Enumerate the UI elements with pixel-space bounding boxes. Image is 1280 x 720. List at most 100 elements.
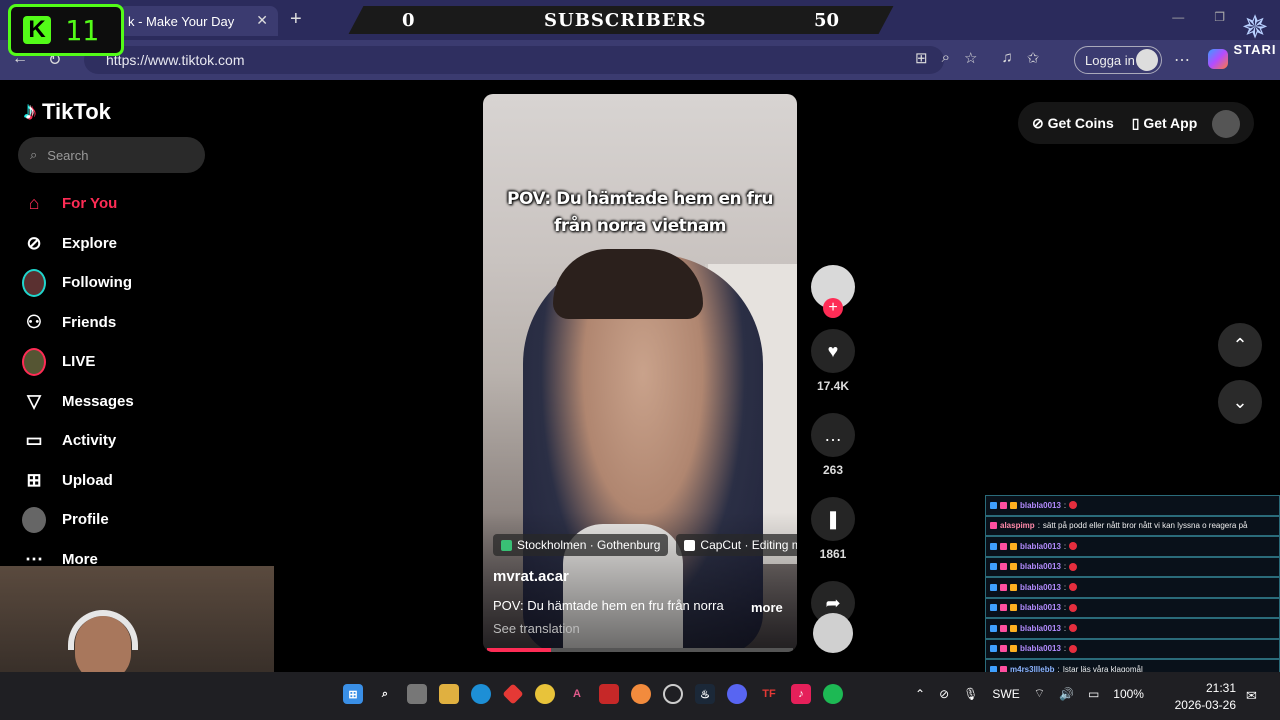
copilot-icon[interactable] xyxy=(1208,49,1228,69)
wifi-icon[interactable]: ⌔ xyxy=(1034,686,1045,701)
media-icon[interactable]: ♫ xyxy=(1001,49,1012,67)
like-action[interactable]: ♥ 17.4K xyxy=(811,329,855,393)
see-translation-link[interactable]: See translation xyxy=(493,621,580,636)
favorites-icon[interactable]: ✩ xyxy=(1027,49,1040,67)
search-input[interactable]: ⌕ Search xyxy=(18,137,205,173)
sidebar-item-live[interactable]: LIVE xyxy=(22,342,134,382)
chat-message: blabla0013: xyxy=(985,618,1280,639)
favorite-star-icon[interactable]: ☆ xyxy=(964,49,977,67)
chat-user: blabla0013 xyxy=(1020,500,1061,510)
apps-icon[interactable]: ⊞ xyxy=(915,49,928,67)
affinity-icon[interactable]: A xyxy=(567,684,587,704)
restore-icon[interactable]: ❐ xyxy=(1214,10,1225,24)
comment-action[interactable]: … 263 xyxy=(811,413,855,477)
edge-icon[interactable] xyxy=(471,684,491,704)
minimize-icon[interactable]: — xyxy=(1172,10,1184,24)
sidebar-item-following[interactable]: Following xyxy=(22,263,134,303)
tiktok-wordmark: TikTok xyxy=(42,99,111,124)
sidebar-item-activity[interactable]: ▭ Activity xyxy=(22,421,134,461)
video-chips: Stockholmen · Gothenburg CapCut · Editin… xyxy=(493,534,797,556)
chat-message: blabla0013: xyxy=(985,577,1280,598)
battery-icon[interactable]: ▭ xyxy=(1088,687,1099,701)
headphones-icon xyxy=(68,610,138,650)
location-icon xyxy=(501,539,512,551)
video-progress-bar[interactable] xyxy=(487,648,793,652)
sidebar-item-messages[interactable]: ▽ Messages xyxy=(22,382,134,422)
file-explorer-icon[interactable] xyxy=(439,684,459,704)
caption-line-1: POV: Du hämtade hem en fru xyxy=(507,189,773,209)
app-icon[interactable] xyxy=(502,683,524,705)
heart-icon[interactable]: ♥ xyxy=(811,329,855,373)
sidebar-item-label: Explore xyxy=(62,234,118,252)
search-icon[interactable]: ⌕ xyxy=(375,684,395,704)
follow-plus-icon[interactable]: + xyxy=(823,298,843,318)
video-author[interactable]: mvrat.acar xyxy=(493,568,569,585)
zoom-icon[interactable]: ⌕ xyxy=(942,49,950,67)
save-action[interactable]: ❚ 1861 xyxy=(811,497,855,561)
star-icon: ✵ xyxy=(1241,9,1269,45)
tiktok-app-icon[interactable]: ♪ xyxy=(791,684,811,704)
tiktok-logo[interactable]: ♪ TikTok xyxy=(24,98,111,126)
sidebar-item-label: Following xyxy=(62,274,132,292)
sidebar-item-for-you[interactable]: ⌂ For You xyxy=(22,184,134,224)
creator-avatar[interactable]: + xyxy=(811,265,855,318)
obs-icon[interactable] xyxy=(663,684,683,704)
location-label: Stockholmen · Gothenburg xyxy=(517,538,661,552)
kick-logo-icon: K xyxy=(23,16,51,44)
tf-app-icon[interactable]: TF xyxy=(759,684,779,704)
clock[interactable]: 21:31 2026-03-26 xyxy=(1172,680,1236,714)
system-tray: ⌃ ⊘ 🎙 SWE ⌔ 🔊 ▭ 100% xyxy=(915,686,1144,701)
get-app-button[interactable]: ▯ Get App xyxy=(1132,115,1198,132)
capcut-chip[interactable]: CapCut · Editing ma xyxy=(676,534,797,556)
language-indicator[interactable]: SWE xyxy=(992,687,1019,701)
get-coins-button[interactable]: ⊘ Get Coins xyxy=(1032,115,1114,132)
comment-icon[interactable]: … xyxy=(811,413,855,457)
kick-count: 11 xyxy=(65,13,99,47)
volume-icon[interactable]: 🔊 xyxy=(1059,687,1074,701)
spotify-icon[interactable] xyxy=(823,684,843,704)
stream-chat: blabla0013: alaspimp: sätt på podd eller … xyxy=(985,495,1280,680)
chat-user: blabla0013 xyxy=(1020,644,1061,654)
browser-menu-icon[interactable]: ⋯ xyxy=(1174,50,1190,70)
sidebar-item-explore[interactable]: ⊘ Explore xyxy=(22,224,134,264)
steam-icon[interactable]: ♨ xyxy=(695,684,715,704)
shield-icon[interactable] xyxy=(599,684,619,704)
sidebar-item-friends[interactable]: ⚇ Friends xyxy=(22,303,134,343)
login-button[interactable]: Logga in xyxy=(1074,46,1162,74)
previous-video-chevron-up-icon[interactable]: ⌃ xyxy=(1218,323,1262,367)
video-player[interactable]: POV: Du hämtade hem en fru från norra vi… xyxy=(483,94,797,652)
caption-line-2: från norra vietnam xyxy=(553,216,727,236)
chrome-icon[interactable] xyxy=(535,684,555,704)
task-view-icon[interactable] xyxy=(407,684,427,704)
security-icon[interactable]: ⊘ xyxy=(939,687,949,701)
notification-icon[interactable]: ✉ xyxy=(1246,688,1257,704)
url-field[interactable]: https://www.tiktok.com xyxy=(84,46,944,74)
sidebar-item-profile[interactable]: Profile xyxy=(22,500,134,540)
following-avatar-icon xyxy=(22,268,46,297)
tab-close-icon[interactable]: ✕ xyxy=(256,12,268,29)
sidebar-item-label: Profile xyxy=(62,511,109,529)
music-disc-icon[interactable] xyxy=(813,613,853,653)
user-avatar[interactable] xyxy=(1212,110,1240,138)
sidebar-item-upload[interactable]: ⊞ Upload xyxy=(22,461,134,501)
new-tab-button[interactable]: + xyxy=(290,8,302,31)
firefox-icon[interactable] xyxy=(631,684,651,704)
start-icon[interactable]: ⊞ xyxy=(343,684,363,704)
chat-message: alaspimp: sätt på podd eller nått bror nå… xyxy=(985,515,1280,536)
next-video-chevron-down-icon[interactable]: ⌄ xyxy=(1218,380,1262,424)
profile-avatar-icon xyxy=(22,506,46,533)
more-button[interactable]: more xyxy=(751,600,783,615)
location-chip[interactable]: Stockholmen · Gothenburg xyxy=(493,534,669,556)
chat-user: blabla0013 xyxy=(1020,582,1061,592)
sidebar-item-label: Messages xyxy=(62,392,134,410)
capcut-icon xyxy=(684,539,696,551)
clock-date: 2026-03-26 xyxy=(1174,698,1236,712)
chevron-up-icon[interactable]: ⌃ xyxy=(915,687,925,701)
inbox-icon: ▭ xyxy=(25,430,43,451)
emote-icon xyxy=(1069,562,1078,571)
bookmark-icon[interactable]: ❚ xyxy=(811,497,855,541)
microphone-icon[interactable]: 🎙 xyxy=(963,687,978,701)
browser-tab[interactable]: k - Make Your Day ✕ xyxy=(118,6,278,36)
discord-icon[interactable] xyxy=(727,684,747,704)
browser-toolbar: ⊞ ⌕ ☆ ♫ ✩ xyxy=(915,49,1039,67)
